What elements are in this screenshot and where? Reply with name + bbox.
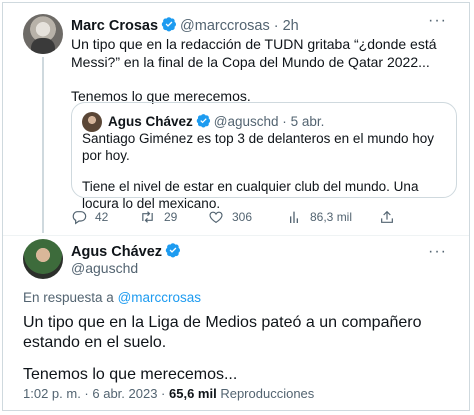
views-button[interactable]: 86,3 mil xyxy=(286,209,352,225)
reply-icon xyxy=(71,209,87,225)
avatar[interactable] xyxy=(23,239,63,279)
quote-header: Agus Chávez @aguschd · 5 abr. xyxy=(108,113,324,131)
quote-avatar xyxy=(82,112,102,132)
divider xyxy=(3,235,469,236)
views-label: Reproducciones xyxy=(220,386,315,401)
verified-badge-icon xyxy=(196,113,211,131)
retweet-button[interactable]: 29 xyxy=(139,209,177,225)
tweet-thread: Marc Crosas @marccrosas · 2h ··· Un tipo … xyxy=(2,2,470,411)
tweet-time[interactable]: 2h xyxy=(283,18,299,34)
retweet-icon xyxy=(139,209,156,225)
author-handle[interactable]: @aguschd xyxy=(71,260,138,276)
like-button[interactable]: 306 xyxy=(208,209,252,225)
tweet-time[interactable]: 1:02 p. m. xyxy=(23,386,81,401)
quoted-tweet[interactable]: Agus Chávez @aguschd · 5 abr. Santiago Gi… xyxy=(71,102,457,211)
tweet-text-line: Un tipo que en la redacción de TUDN grit… xyxy=(71,36,437,70)
quote-text-line: Tiene el nivel de estar en cualquier clu… xyxy=(82,179,419,211)
quote-text: Santiago Giménez es top 3 de delanteros … xyxy=(82,130,450,212)
views-count: 65,6 mil xyxy=(169,386,217,401)
avatar[interactable] xyxy=(23,14,63,54)
quote-author-handle: @aguschd xyxy=(213,114,279,129)
views-icon xyxy=(286,209,302,225)
quote-text-line: Santiago Giménez es top 3 de delanteros … xyxy=(82,131,434,163)
action-bar: 42 29 306 86,3 mil xyxy=(71,209,401,227)
retweet-count: 29 xyxy=(164,210,178,224)
quote-author-name: Agus Chávez xyxy=(108,114,193,129)
verified-badge-icon xyxy=(165,242,181,262)
tweet-metadata: 1:02 p. m. · 6 abr. 2023 · 65,6 mil Repr… xyxy=(23,386,315,401)
heart-icon xyxy=(208,209,224,225)
like-count: 306 xyxy=(232,210,253,224)
separator: · xyxy=(282,114,287,129)
tweet-date[interactable]: 6 abr. 2023 xyxy=(92,386,157,401)
tweet-header: Agus Chávez xyxy=(71,242,184,262)
thread-connector xyxy=(42,57,44,233)
reply-count: 42 xyxy=(95,210,109,224)
tweet-text-line: Tenemos lo que merecemos... xyxy=(23,366,238,383)
verified-badge-icon xyxy=(161,16,177,36)
parent-tweet[interactable]: Marc Crosas @marccrosas · 2h ··· Un tipo … xyxy=(3,3,469,235)
share-icon[interactable] xyxy=(379,209,395,230)
tweet-text: Un tipo que en la Liga de Medios pateó a… xyxy=(23,313,453,385)
author-name[interactable]: Agus Chávez xyxy=(71,244,162,260)
author-name[interactable]: Marc Crosas xyxy=(71,18,158,34)
reply-button[interactable]: 42 xyxy=(71,209,108,225)
reply-prefix: En respuesta a xyxy=(23,290,118,305)
quote-date: 5 abr. xyxy=(290,114,325,129)
views-count: 86,3 mil xyxy=(310,210,353,224)
tweet-header: Marc Crosas @marccrosas · 2h xyxy=(71,16,299,36)
tweet-text: Un tipo que en la redacción de TUDN grit… xyxy=(71,35,451,105)
tweet-text-line: Un tipo que en la Liga de Medios pateó a… xyxy=(23,314,422,351)
author-handle[interactable]: @marccrosas xyxy=(180,18,270,34)
more-options-icon[interactable]: ··· xyxy=(428,243,447,261)
separator: · xyxy=(273,18,279,34)
reply-handle-link[interactable]: @marccrosas xyxy=(118,290,201,305)
reply-context: En respuesta a @marccrosas xyxy=(23,290,201,305)
more-options-icon[interactable]: ··· xyxy=(428,12,447,30)
